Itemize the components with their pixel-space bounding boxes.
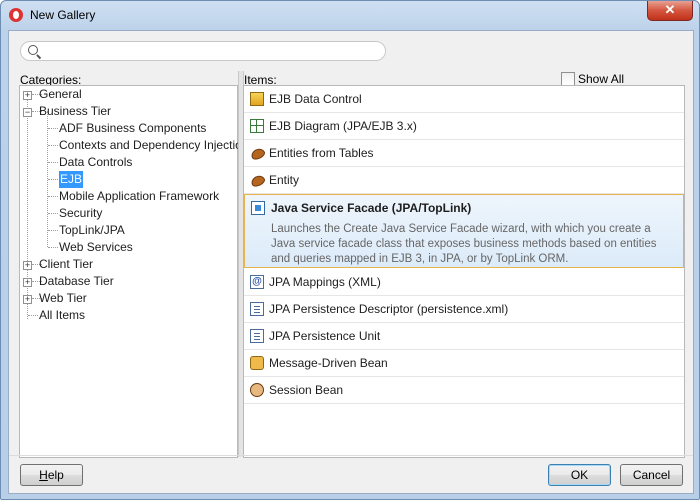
tree-item-web-services[interactable]: Web Services (20, 239, 235, 256)
document-icon (250, 329, 264, 343)
new-gallery-dialog: New Gallery ✕ Categories: Items: Show Al… (0, 0, 700, 500)
expand-icon[interactable]: + (23, 295, 32, 304)
help-button[interactable]: Help (20, 464, 83, 486)
search-box[interactable] (20, 41, 386, 61)
title-bar: New Gallery ✕ (1, 1, 699, 29)
list-item-jpa-mappings[interactable]: @ JPA Mappings (XML) (244, 269, 684, 296)
list-item-message-driven-bean[interactable]: Message-Driven Bean (244, 350, 684, 377)
message-bean-icon (250, 356, 264, 370)
expand-icon[interactable]: + (23, 278, 32, 287)
list-item-ejb-diagram[interactable]: EJB Diagram (JPA/EJB 3.x) (244, 113, 684, 140)
list-item-entity[interactable]: Entity (244, 167, 684, 194)
list-item-entities-from-tables[interactable]: Entities from Tables (244, 140, 684, 167)
service-facade-icon (251, 201, 265, 215)
cancel-button[interactable]: Cancel (620, 464, 683, 486)
show-all-descriptions-checkbox[interactable] (561, 72, 575, 86)
oracle-app-icon (9, 8, 23, 22)
search-icon (28, 45, 38, 55)
ok-button[interactable]: OK (548, 464, 611, 486)
diagram-icon (250, 119, 264, 133)
item-description: Launches the Create Java Service Facade … (271, 223, 657, 265)
dialog-body: Categories: Items: Show All Descriptions… (8, 30, 694, 494)
items-list: EJB Data Control EJB Diagram (JPA/EJB 3.… (243, 85, 685, 458)
xml-mapping-icon: @ (250, 275, 264, 289)
tree-item-ejb[interactable]: EJB (20, 171, 235, 188)
list-item-jpa-persistence-unit[interactable]: JPA Persistence Unit (244, 323, 684, 350)
list-item-session-bean[interactable]: Session Bean (244, 377, 684, 404)
tree-item-contexts-and-dependency-injection[interactable]: Contexts and Dependency Injection (20, 137, 248, 154)
session-bean-icon (250, 383, 264, 397)
bean-icon (249, 146, 267, 162)
list-item-jpa-persistence-descriptor[interactable]: JPA Persistence Descriptor (persistence.… (244, 296, 684, 323)
collapse-icon[interactable]: − (23, 108, 32, 117)
tree-item-mobile-application-framework[interactable]: Mobile Application Framework (20, 188, 235, 205)
window-title: New Gallery (30, 8, 96, 22)
close-button[interactable]: ✕ (647, 1, 693, 21)
tree-item-security[interactable]: Security (20, 205, 235, 222)
expand-icon[interactable]: + (23, 91, 32, 100)
data-control-icon (250, 92, 264, 106)
list-item-java-service-facade[interactable]: Java Service Facade (JPA/TopLink) Launch… (244, 194, 684, 268)
document-icon (250, 302, 264, 316)
tree-item-data-controls[interactable]: Data Controls (20, 154, 235, 171)
tree-item-toplink-jpa[interactable]: TopLink/JPA (20, 222, 235, 239)
bean-icon (249, 173, 267, 189)
search-input[interactable] (45, 43, 379, 60)
expand-icon[interactable]: + (23, 261, 32, 270)
list-item-ejb-data-control[interactable]: EJB Data Control (244, 86, 684, 113)
tree-item-adf-business-components[interactable]: ADF Business Components (20, 120, 235, 137)
categories-tree: + General − Business Tier ADF Business C… (19, 85, 248, 458)
footer-divider (9, 455, 693, 456)
